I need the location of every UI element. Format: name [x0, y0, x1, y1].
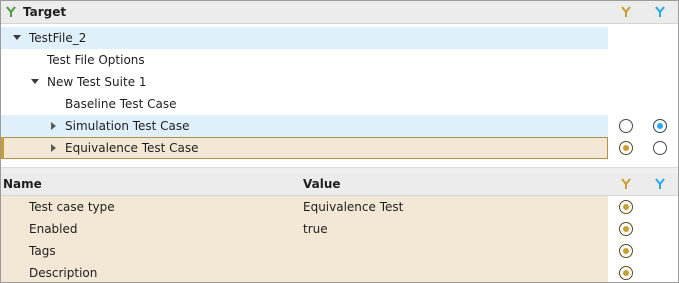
compare-merge-panel: Target TestFile_2 Test File Options New …	[0, 0, 679, 283]
tree-row-label: New Test Suite 1	[47, 75, 147, 89]
choose-left-radio[interactable]	[619, 266, 633, 280]
property-name: Enabled	[29, 222, 78, 236]
tree-header: Target	[1, 1, 678, 24]
choose-left-radio[interactable]	[619, 244, 633, 258]
properties-header: Name Value	[1, 173, 678, 196]
expand-arrow-icon[interactable]	[13, 35, 21, 40]
expand-arrow-icon[interactable]	[31, 79, 39, 84]
property-value: Equivalence Test	[303, 200, 404, 214]
tree-header-title: Target	[23, 5, 67, 19]
tree-row-test-file-options[interactable]: Test File Options	[1, 49, 678, 71]
property-row-enabled[interactable]: Enabled true	[1, 218, 678, 240]
tree-row-equivalence[interactable]: Equivalence Test Case	[1, 137, 678, 159]
choose-right-radio[interactable]	[653, 141, 667, 155]
tree-row-baseline[interactable]: Baseline Test Case	[1, 93, 678, 115]
blue-branch-icon	[654, 178, 666, 190]
row-highlight	[1, 240, 608, 262]
choose-right-radio[interactable]	[653, 119, 667, 133]
tree-row-testfile[interactable]: TestFile_2	[1, 27, 678, 49]
property-value: true	[303, 222, 328, 236]
property-row-tags[interactable]: Tags	[1, 240, 678, 262]
property-row-description[interactable]: Description	[1, 262, 678, 282]
choose-left-radio[interactable]	[619, 141, 633, 155]
tree-row-label: TestFile_2	[29, 31, 87, 45]
choose-left-radio[interactable]	[619, 119, 633, 133]
property-name: Tags	[29, 244, 56, 258]
property-name: Test case type	[29, 200, 115, 214]
property-row-test-case-type[interactable]: Test case type Equivalence Test	[1, 196, 678, 218]
choose-left-radio[interactable]	[619, 200, 633, 214]
branch-merge-icon	[5, 6, 17, 18]
tree-row-test-suite[interactable]: New Test Suite 1	[1, 71, 678, 93]
row-highlight	[1, 27, 608, 49]
choose-left-radio[interactable]	[619, 222, 633, 236]
value-column-header[interactable]: Value	[303, 177, 341, 191]
tree-row-label: Baseline Test Case	[65, 97, 177, 111]
tree-row-label: Test File Options	[47, 53, 145, 67]
tree-row-simulation[interactable]: Simulation Test Case	[1, 115, 678, 137]
collapsed-arrow-icon[interactable]	[51, 144, 56, 152]
tree-row-label: Simulation Test Case	[65, 119, 190, 133]
collapsed-arrow-icon[interactable]	[51, 122, 56, 130]
selection-marker	[1, 137, 4, 159]
blue-branch-icon	[654, 6, 666, 18]
gold-branch-icon	[620, 178, 632, 190]
gold-branch-icon	[620, 6, 632, 18]
property-name: Description	[29, 266, 98, 280]
tree-row-label: Equivalence Test Case	[65, 141, 199, 155]
name-column-header[interactable]: Name	[3, 177, 42, 191]
